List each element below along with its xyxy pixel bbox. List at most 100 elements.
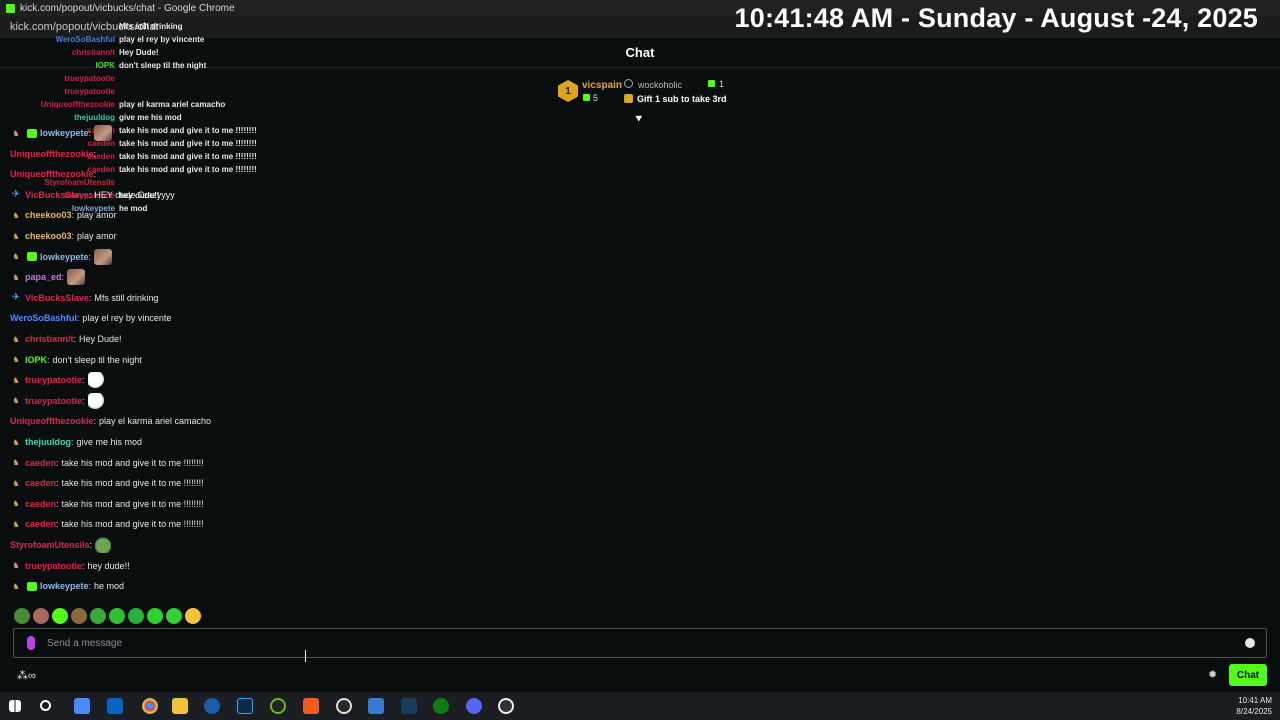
chat-text: play el karma ariel camacho	[99, 416, 212, 427]
gaming-app-icon[interactable]	[498, 698, 514, 714]
outlook-icon[interactable]	[107, 698, 123, 714]
chat-text: take his mod and give it to me !!!!!!!!	[61, 498, 204, 509]
overlay-username: WeroSoBashful	[55, 35, 115, 44]
obs-icon[interactable]	[336, 698, 352, 714]
system-time: 10:41 AM	[1238, 696, 1272, 705]
chat-username[interactable]: lowkeypete	[40, 252, 89, 262]
chat-username[interactable]: cheekoo03	[25, 231, 72, 241]
brave-icon[interactable]	[303, 698, 319, 714]
chat-message: ♞ trueypatootie: hey dude!!	[10, 557, 129, 575]
search-icon[interactable]	[40, 700, 51, 711]
rank-badge-icon: 1	[558, 80, 578, 102]
xbox-icon[interactable]	[433, 698, 449, 714]
sub-gift-icon	[583, 94, 590, 101]
chat-username[interactable]: StyrofoamUtensils	[10, 540, 90, 550]
emote-icon[interactable]	[109, 608, 125, 624]
photoshop-icon[interactable]	[237, 698, 253, 714]
og-badge-icon: ♞	[12, 396, 20, 406]
overlay-text: take his mod and give it to me !!!!!!!!	[119, 126, 257, 135]
face-emote-icon	[87, 392, 104, 409]
chat-username[interactable]: trueypatootie	[25, 561, 82, 571]
chat-username[interactable]: trueypatootie	[25, 396, 82, 406]
overlay-text: don't sleep til the night	[119, 61, 207, 70]
emote-icon[interactable]	[52, 608, 68, 624]
og-badge-icon: ♞	[12, 231, 20, 241]
chat-text: take his mod and give it to me !!!!!!!!	[61, 457, 204, 468]
separator: :	[73, 334, 77, 344]
emoji-picker-icon[interactable]	[1245, 638, 1255, 648]
chat-username[interactable]: trueypatootie	[25, 375, 82, 385]
separator: :	[47, 354, 50, 365]
top-gifter-name[interactable]: vicspain	[582, 80, 622, 91]
steam-icon[interactable]	[204, 698, 220, 714]
og-badge-icon: ♞	[12, 499, 20, 509]
overlay-message: trueypatootie	[0, 74, 300, 86]
gift-leaderboard[interactable]: 1 vicspain 5 wockoholic 1 Gift 1 sub to …	[556, 76, 756, 116]
chat-username[interactable]: christiann/t	[25, 334, 74, 344]
separator: :	[93, 169, 97, 180]
chrome-icon[interactable]	[142, 698, 158, 714]
chat-username[interactable]: papa_ed	[25, 272, 62, 282]
chat-input-box[interactable]	[13, 628, 1267, 658]
emote-icon[interactable]	[166, 608, 182, 624]
chat-text: give me his mod	[76, 437, 143, 447]
chat-username[interactable]: VicBucksSlave	[25, 293, 89, 303]
overlay-message: Uniqueoffthezookie play el karma ariel ca…	[0, 100, 300, 112]
discord-icon[interactable]	[466, 698, 482, 714]
og-badge-icon: ♞	[12, 437, 20, 447]
separator: :	[82, 560, 85, 571]
overlay-message: Mfs still drinking	[0, 22, 300, 34]
nvidia-icon[interactable]	[270, 698, 286, 714]
windows-start-icon[interactable]	[9, 700, 21, 712]
vip-badge-icon: ✈	[11, 189, 21, 201]
chat-username[interactable]: Uniqueoffthezookie	[10, 416, 94, 426]
channel-points-icon[interactable]: ⁂∞	[17, 669, 36, 682]
send-chat-button[interactable]: Chat	[1229, 664, 1267, 686]
chat-username[interactable]: VicBucksSlave	[25, 190, 89, 200]
overlay-text: play el karma ariel camacho	[119, 100, 226, 109]
chat-username[interactable]: thejuuldog	[25, 437, 71, 447]
emote-icon[interactable]	[147, 608, 163, 624]
chat-message: ♞ caeden: take his mod and give it to me !…	[10, 495, 204, 513]
emote-icon[interactable]	[128, 608, 144, 624]
chat-text: HEY dude Crazyyyy	[94, 189, 175, 200]
gift-sub-cta[interactable]: Gift 1 sub to take 3rd	[637, 94, 727, 104]
og-badge-icon: ♞	[12, 252, 20, 262]
chat-username[interactable]: lowkeypete	[40, 581, 89, 591]
chat-text: play amor	[77, 231, 117, 241]
emote-icon[interactable]	[14, 608, 30, 624]
chat-username[interactable]: caeden	[25, 519, 56, 529]
chat-message: Uniqueoffthezookie: play el karma ariel c…	[10, 412, 211, 430]
chat-username[interactable]: caeden	[25, 458, 56, 468]
chat-username[interactable]: lowkeypete	[40, 128, 89, 138]
chat-username[interactable]: IOPK	[25, 355, 47, 365]
emote-icon[interactable]	[185, 608, 201, 624]
og-badge-icon: ♞	[12, 210, 20, 220]
message-input[interactable]	[35, 637, 1245, 649]
second-gifter-name[interactable]: wockoholic	[638, 80, 682, 90]
og-badge-icon: ♞	[12, 478, 20, 488]
chat-username[interactable]: Uniqueoffthezookie	[10, 169, 94, 179]
separator: :	[71, 231, 75, 241]
photo-emote-icon	[94, 248, 113, 265]
chat-username[interactable]: caeden	[25, 478, 56, 488]
settings-gear-icon[interactable]: ✹	[1208, 668, 1217, 681]
face-emote-icon	[87, 372, 104, 389]
second-gifter-count: 1	[719, 79, 725, 89]
file-explorer-icon[interactable]	[172, 698, 188, 714]
system-clock[interactable]: 10:41 AM 8/24/2025	[1236, 695, 1272, 717]
og-badge-icon: ♞	[12, 334, 20, 344]
chat-username[interactable]: WeroSoBashful	[10, 313, 77, 323]
vegas-icon[interactable]	[401, 698, 417, 714]
voice-icon[interactable]	[27, 636, 35, 650]
store-icon[interactable]	[368, 698, 384, 714]
chat-username[interactable]: caeden	[25, 499, 56, 509]
expand-leaderboard-icon[interactable]: ⯆	[634, 112, 644, 127]
copilot-icon[interactable]	[74, 698, 90, 714]
chat-username[interactable]: cheekoo03	[25, 210, 72, 220]
emote-icon[interactable]	[90, 608, 106, 624]
emote-icon[interactable]	[71, 608, 87, 624]
emote-icon[interactable]	[33, 608, 49, 624]
separator: :	[88, 251, 92, 262]
chat-username[interactable]: Uniqueoffthezookie	[10, 149, 94, 159]
